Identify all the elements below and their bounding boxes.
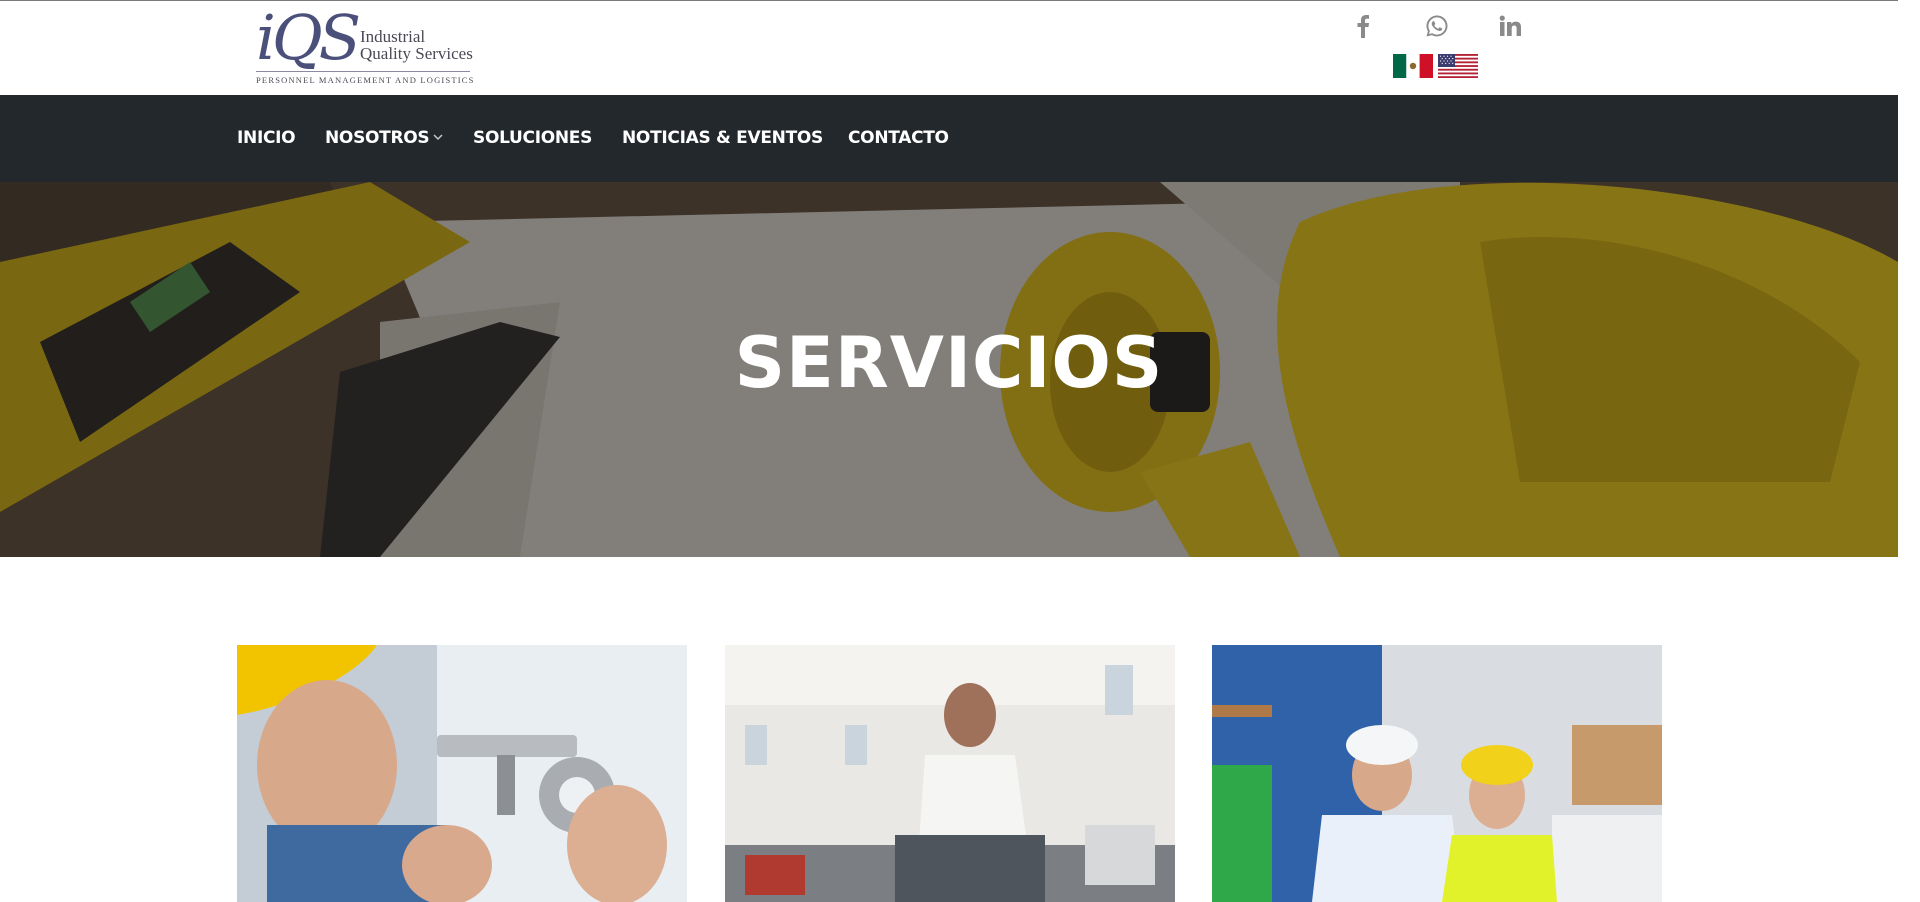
linkedin-icon[interactable] — [1493, 9, 1527, 43]
nav-item-contacto[interactable]: CONTACTO — [848, 95, 949, 182]
logo-divider — [256, 71, 470, 72]
nav-item-label: SOLUCIONES — [473, 128, 593, 148]
mexico-flag-icon[interactable] — [1393, 54, 1433, 78]
nav-item-soluciones[interactable]: SOLUCIONES — [473, 95, 592, 182]
site-logo[interactable]: iQS Industrial Quality Services PERSONNE… — [256, 7, 476, 89]
chevron-down-icon — [433, 93, 443, 180]
hero-banner: SERVICIOS — [0, 182, 1898, 557]
logo-line-2: Quality Services — [360, 44, 473, 63]
service-card-3-image[interactable] — [1212, 645, 1662, 902]
site-header: iQS Industrial Quality Services PERSONNE… — [0, 1, 1898, 95]
nav-item-label: NOTICIAS & EVENTOS — [622, 128, 823, 148]
usa-flag-icon[interactable] — [1438, 54, 1478, 78]
service-card-1-image[interactable] — [237, 645, 687, 902]
nav-item-nosotros[interactable]: NOSOTROS — [325, 95, 443, 182]
nav-item-inicio[interactable]: INICIO — [237, 95, 296, 182]
logo-tagline: PERSONNEL MANAGEMENT AND LOGISTICS — [256, 75, 475, 85]
facebook-icon[interactable] — [1346, 9, 1380, 43]
main-nav: INICIO NOSOTROS SOLUCIONES NOTICIAS & EV… — [0, 95, 1898, 182]
page-title: SERVICIOS — [734, 322, 1164, 404]
service-card-2-image[interactable] — [725, 645, 1175, 902]
nav-item-noticias-eventos[interactable]: NOTICIAS & EVENTOS — [622, 95, 823, 182]
logo-mark: iQS — [256, 1, 361, 74]
whatsapp-icon[interactable] — [1420, 9, 1454, 43]
page: iQS Industrial Quality Services PERSONNE… — [0, 0, 1898, 902]
nav-item-label: NOSOTROS — [325, 128, 430, 148]
nav-item-label: INICIO — [237, 128, 296, 148]
nav-item-label: CONTACTO — [848, 128, 949, 148]
